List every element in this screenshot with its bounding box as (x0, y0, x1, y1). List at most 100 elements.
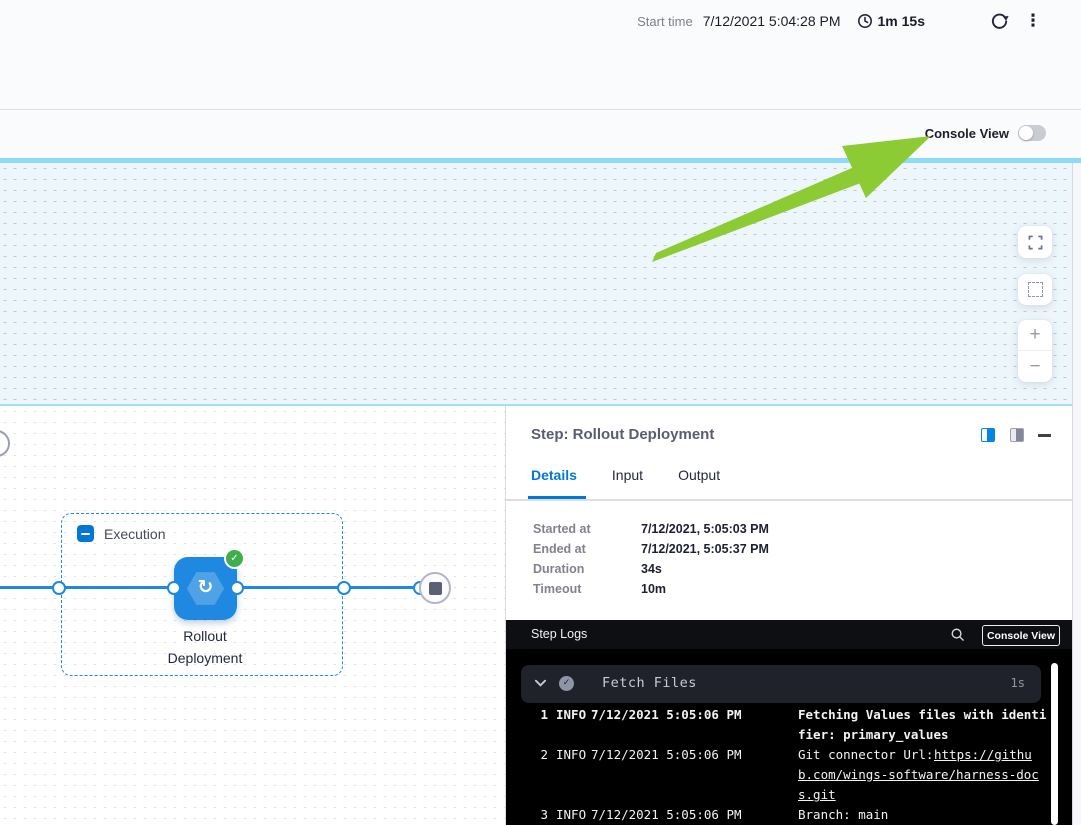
step-details-panel: Step: Rollout Deployment Details Input O… (505, 406, 1073, 825)
log-message: Git connector Url: (798, 747, 941, 762)
step-logs-bar: Step Logs Console View (506, 620, 1074, 649)
execution-group-label: Execution (104, 526, 165, 542)
log-line: 1 INFO 7/12/2021 5:05:06 PM Fetching Val… (506, 705, 1051, 725)
detail-value: 34s (641, 562, 662, 576)
execution-header-bar: Start time 7/12/2021 5:04:28 PM 1m 15s ⋮ (0, 0, 1081, 110)
toggle-knob (1019, 126, 1033, 140)
zoom-out-button[interactable]: − (1018, 351, 1052, 382)
rollout-deployment-node[interactable]: ↻ ✓ (174, 557, 237, 620)
search-icon[interactable] (950, 627, 965, 642)
log-line-number: 2 (532, 747, 548, 762)
log-line: fier: primary_values (506, 725, 1051, 745)
log-level: INFO (556, 707, 586, 722)
clock-icon (857, 13, 873, 29)
node-label-line1: Rollout (135, 625, 275, 647)
log-line: 3 INFO 7/12/2021 5:05:06 PM Branch: main (506, 805, 1051, 825)
fullscreen-icon (1028, 235, 1043, 250)
reset-zoom-button[interactable] (1018, 274, 1052, 305)
check-icon: ✓ (230, 554, 238, 564)
minus-icon (81, 533, 90, 535)
log-section-duration: 1s (1011, 676, 1025, 690)
port (230, 581, 244, 595)
log-section-fetch-files[interactable]: ✓ Fetch Files 1s (521, 665, 1041, 703)
log-timestamp: 7/12/2021 5:05:06 PM (591, 707, 742, 722)
panel-tabs: Details Input Output (531, 467, 720, 483)
log-link[interactable]: b.com/wings-software/harness-doc (798, 767, 1039, 782)
hexagon-shape: ↻ (187, 572, 225, 606)
tab-input[interactable]: Input (612, 467, 643, 483)
refresh-icon (990, 12, 1009, 31)
log-line: s.git (506, 785, 1051, 805)
tab-output[interactable]: Output (678, 467, 720, 483)
stage-graph-canvas[interactable]: + − (0, 163, 1072, 404)
step-logs-title: Step Logs (531, 627, 587, 641)
log-level: INFO (556, 747, 586, 762)
execution-group-header: Execution (77, 525, 165, 542)
start-time-label: Start time (637, 14, 693, 29)
right-edge-strip (1072, 163, 1081, 825)
minimize-panel-button[interactable] (1038, 434, 1051, 437)
log-message: fier: primary_values (798, 727, 949, 742)
log-console: ✓ Fetch Files 1s 1 INFO 7/12/2021 5:05:0… (506, 649, 1074, 825)
refresh-button[interactable] (987, 9, 1011, 33)
success-badge: ✓ (226, 550, 243, 567)
marquee-icon (1028, 282, 1043, 297)
log-section-title: Fetch Files (602, 675, 697, 691)
log-timestamp: 7/12/2021 5:05:06 PM (591, 747, 742, 762)
log-line: 2 INFO 7/12/2021 5:05:06 PM Git connecto… (506, 745, 1051, 765)
node-label: Rollout Deployment (135, 625, 275, 669)
detail-label: Timeout (533, 582, 641, 596)
previous-node-clipped (0, 430, 10, 457)
canvas-toolbar: Console View (0, 111, 1081, 158)
more-options-button[interactable]: ⋮ (1021, 9, 1045, 33)
check-icon: ✓ (563, 679, 571, 688)
pipeline-execution-page: Start time 7/12/2021 5:04:28 PM 1m 15s ⋮ (0, 0, 1081, 825)
detail-label: Duration (533, 562, 641, 576)
duration-value: 1m 15s (878, 13, 925, 29)
end-node[interactable] (419, 572, 451, 604)
detail-row: Started at 7/12/2021, 5:05:03 PM (533, 519, 769, 539)
step-graph-canvas[interactable]: Execution ↻ ✓ Rollout Deployment (0, 406, 505, 825)
start-time-value: 7/12/2021 5:04:28 PM (703, 13, 841, 29)
log-message: Fetching Values files with identi (798, 707, 1046, 722)
log-message: Branch: main (798, 807, 888, 822)
split-view-bottom-icon[interactable] (1010, 428, 1024, 442)
step-details-table: Started at 7/12/2021, 5:05:03 PM Ended a… (533, 519, 769, 599)
log-link[interactable]: https://githu (934, 747, 1032, 762)
log-scrollbar[interactable] (1051, 663, 1058, 825)
detail-label: Ended at (533, 542, 641, 556)
detail-row: Ended at 7/12/2021, 5:05:37 PM (533, 539, 769, 559)
zoom-in-button[interactable]: + (1018, 320, 1052, 351)
detail-row: Timeout 10m (533, 579, 769, 599)
detail-label: Started at (533, 522, 641, 536)
log-line: b.com/wings-software/harness-doc (506, 765, 1051, 785)
fullscreen-button[interactable] (1018, 226, 1052, 258)
logs-console-view-button[interactable]: Console View (982, 625, 1060, 646)
node-label-line2: Deployment (135, 647, 275, 669)
log-level: INFO (556, 807, 586, 822)
port (167, 581, 181, 595)
detail-value: 7/12/2021, 5:05:37 PM (641, 542, 769, 556)
tab-bar-border (506, 499, 1074, 501)
console-view-label: Console View (925, 126, 1009, 141)
log-timestamp: 7/12/2021 5:05:06 PM (591, 807, 742, 822)
log-line-number: 1 (532, 707, 548, 722)
console-view-toggle[interactable] (1018, 125, 1046, 141)
detail-value: 7/12/2021, 5:05:03 PM (641, 522, 769, 536)
port (52, 581, 66, 595)
section-success-icon: ✓ (559, 676, 574, 691)
log-line-number: 3 (532, 807, 548, 822)
log-link[interactable]: s.git (798, 787, 836, 802)
port (337, 581, 351, 595)
tab-details[interactable]: Details (531, 467, 577, 483)
detail-value: 10m (641, 582, 666, 596)
panel-title: Step: Rollout Deployment (531, 426, 714, 443)
stop-icon (429, 582, 442, 595)
zoom-controls: + − (1018, 320, 1052, 382)
detail-row: Duration 34s (533, 559, 769, 579)
chevron-down-icon (534, 678, 547, 688)
collapse-group-button[interactable] (77, 525, 94, 542)
duration-group: 1m 15s (857, 13, 925, 29)
split-view-right-icon[interactable] (981, 428, 995, 442)
rollout-icon: ↻ (198, 578, 214, 597)
